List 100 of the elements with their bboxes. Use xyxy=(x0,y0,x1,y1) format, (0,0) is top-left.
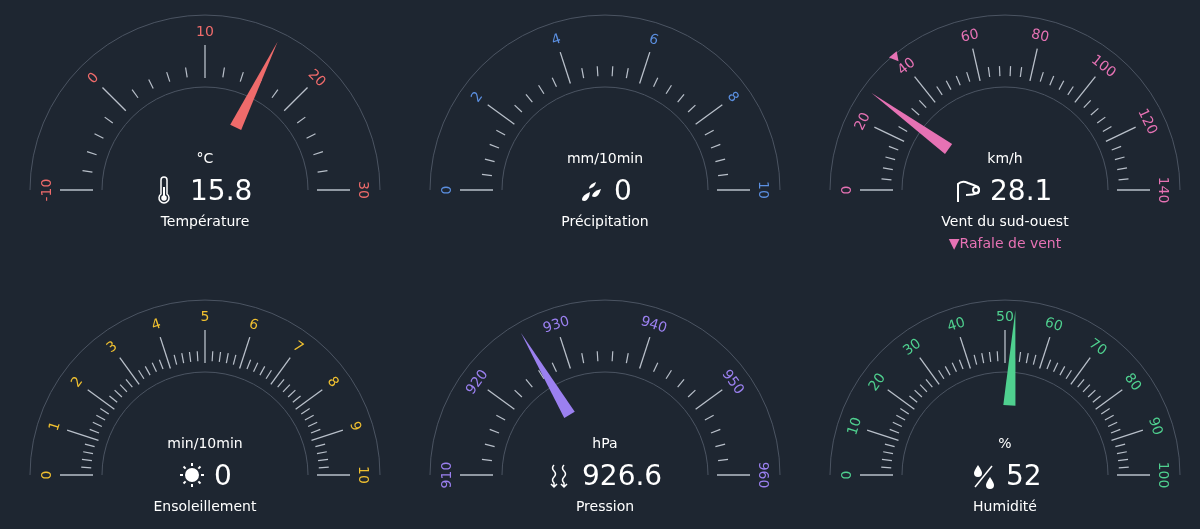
scale-label: 0 xyxy=(38,470,54,480)
minor-tick xyxy=(495,129,506,136)
gauge-title: Précipitation xyxy=(561,213,649,229)
minor-tick xyxy=(1049,75,1055,86)
scale-label: 9 xyxy=(347,419,366,433)
minor-tick xyxy=(882,167,894,171)
major-tick xyxy=(59,474,94,476)
minor-tick xyxy=(82,451,94,455)
minor-tick xyxy=(936,85,943,96)
major-tick xyxy=(270,357,291,386)
scale-label: 2 xyxy=(67,373,86,390)
major-tick xyxy=(866,429,900,442)
minor-tick xyxy=(1117,178,1130,181)
scale-label: 40 xyxy=(893,53,918,78)
major-tick xyxy=(919,357,940,386)
major-tick xyxy=(204,44,206,79)
scale-label: 4 xyxy=(549,29,563,48)
minor-tick xyxy=(481,173,493,177)
minor-tick xyxy=(551,77,558,88)
scale-label: 60 xyxy=(959,25,981,45)
minor-tick xyxy=(1083,99,1092,109)
minor-tick xyxy=(484,443,496,448)
major-tick xyxy=(459,189,494,191)
minor-tick xyxy=(1116,451,1128,455)
minor-tick xyxy=(919,384,928,393)
minor-tick xyxy=(996,350,999,362)
major-tick xyxy=(859,189,894,191)
minor-tick xyxy=(1019,66,1023,78)
major-tick xyxy=(1004,329,1006,364)
scale-label: 60 xyxy=(1043,313,1066,335)
major-tick xyxy=(487,389,516,410)
major-tick xyxy=(887,389,916,410)
minor-tick xyxy=(687,389,696,398)
major-tick xyxy=(1105,126,1137,143)
minor-tick xyxy=(1087,389,1096,398)
minor-tick xyxy=(104,116,114,124)
minor-tick xyxy=(173,354,178,366)
minor-tick xyxy=(1117,458,1129,462)
minor-tick xyxy=(181,352,185,364)
minor-tick xyxy=(717,458,729,462)
minor-tick xyxy=(484,158,496,163)
minor-tick xyxy=(714,443,726,448)
scale-label: 1 xyxy=(44,419,63,433)
minor-tick xyxy=(196,350,199,362)
major-tick xyxy=(859,474,894,476)
minor-tick xyxy=(665,369,673,380)
minor-tick xyxy=(704,414,715,421)
scale-label: 6 xyxy=(647,29,661,48)
major-tick xyxy=(310,429,344,442)
minor-tick xyxy=(86,151,98,156)
minor-tick xyxy=(888,145,899,151)
scale-label: 7 xyxy=(290,337,307,356)
minor-tick xyxy=(316,451,328,455)
minor-tick xyxy=(84,443,96,448)
gauge-title: Température xyxy=(160,213,250,229)
major-tick xyxy=(638,336,651,370)
scale-label: 4 xyxy=(149,314,163,333)
major-tick xyxy=(66,429,100,442)
minor-tick xyxy=(988,351,992,363)
minor-tick xyxy=(318,466,330,469)
major-tick xyxy=(459,474,494,476)
minor-tick xyxy=(1114,156,1126,161)
minor-tick xyxy=(677,93,685,103)
minor-tick xyxy=(312,151,324,156)
unit-label: km/h xyxy=(987,150,1023,166)
minor-tick xyxy=(287,389,296,398)
minor-tick xyxy=(945,80,952,91)
major-tick xyxy=(873,126,905,143)
minor-tick xyxy=(185,66,188,78)
minor-tick xyxy=(1111,145,1122,151)
scale-label: 10 xyxy=(356,466,372,484)
major-tick xyxy=(87,389,116,410)
major-tick xyxy=(972,48,981,82)
minor-tick xyxy=(652,362,659,373)
minor-tick xyxy=(596,65,599,77)
major-tick xyxy=(204,329,206,364)
minor-tick xyxy=(1067,85,1074,96)
major-tick xyxy=(283,86,309,112)
minor-tick xyxy=(687,104,696,113)
minor-tick xyxy=(611,350,614,362)
minor-tick xyxy=(1039,71,1044,83)
minor-tick xyxy=(880,466,892,469)
scale-label: 140 xyxy=(1156,176,1172,204)
major-tick xyxy=(1110,429,1144,442)
scale-label: 30 xyxy=(356,181,372,199)
major-tick xyxy=(1116,474,1151,476)
minor-tick xyxy=(884,156,896,161)
minor-tick xyxy=(317,458,329,462)
minor-tick xyxy=(489,428,500,434)
scale-label: 50 xyxy=(996,308,1014,324)
gust-legend: ▼Rafale de vent xyxy=(948,235,1062,250)
minor-tick xyxy=(188,351,192,363)
major-tick xyxy=(1029,48,1038,82)
major-tick xyxy=(316,189,351,191)
major-tick xyxy=(1116,189,1151,191)
reading-value: 52 xyxy=(1006,459,1042,492)
major-tick xyxy=(59,189,94,191)
scale-label: 910 xyxy=(438,461,454,489)
minor-tick xyxy=(581,67,585,79)
scale-label: 3 xyxy=(103,337,120,356)
